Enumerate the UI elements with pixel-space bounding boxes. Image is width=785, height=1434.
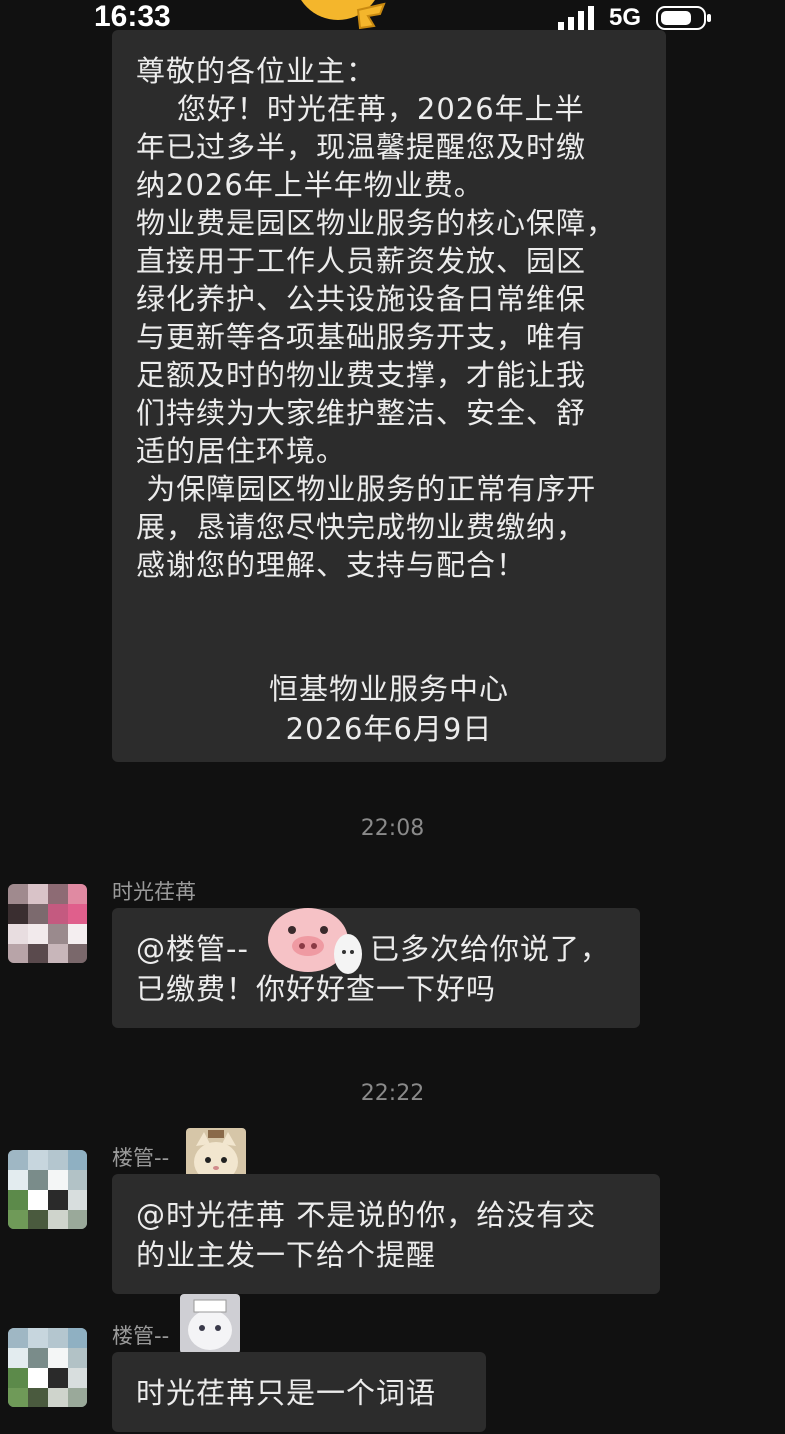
sender-name: 时光荏苒	[112, 880, 196, 904]
notice-line: 年已过多半，现温馨提醒您及时缴	[136, 130, 587, 164]
message-text: @时光荏苒 不是说的你，给没有交	[136, 1198, 597, 1232]
notice-line: 绿化养护、公共设施设备日常维保	[136, 282, 587, 316]
notice-date: 2026年6月9日	[285, 712, 493, 746]
timestamp: 22:22	[360, 1081, 425, 1106]
notice-line: 与更新等各项基础服务开支，唯有	[136, 320, 587, 354]
notice-line: 足额及时的物业费支撑，才能让我	[136, 358, 587, 392]
signal-icon	[558, 6, 594, 30]
notice-line: 直接用于工作人员薪资发放、园区	[136, 244, 587, 278]
battery-icon	[656, 6, 711, 30]
message-bubble[interactable]: @时光荏苒 不是说的你，给没有交 的业主发一下给个提醒	[112, 1174, 660, 1294]
network-label: 5G	[609, 4, 642, 31]
notice-line: 适的居住环境。	[136, 434, 347, 468]
notice-text: 尊敬的各位业主： 您好！时光荏苒，2026年上半 年已过多半，现温馨提醒您及时缴纳…	[136, 52, 666, 584]
sender-name: 楼管--	[112, 1146, 170, 1170]
notice-message-bubble[interactable]: 尊敬的各位业主： 您好！时光荏苒，2026年上半 年已过多半，现温馨提醒您及时缴纳…	[112, 30, 666, 762]
avatar-image	[8, 884, 87, 963]
avatar-image	[8, 1150, 87, 1229]
notice-line: 您好！时光荏苒，2026年上半	[136, 92, 585, 126]
pig-sticker-icon	[268, 908, 362, 974]
timestamp: 22:08	[360, 816, 425, 841]
message-text-suffix: 已多次给你说了，	[370, 932, 611, 966]
notice-line: 感谢您的理解、支持与配合！	[136, 548, 527, 582]
message-bubble[interactable]: @楼管-- 已多次给你说了， 已缴费！你好好查一下好吗	[112, 908, 640, 1028]
cat-sticker-icon	[180, 1294, 240, 1354]
message-text: 的业主发一下给个提醒	[136, 1238, 437, 1272]
notice-line: 物业费是园区物业服务的核心保障，	[136, 206, 617, 240]
avatar[interactable]	[8, 1150, 87, 1229]
notice-line: 展，恳请您尽快完成物业费缴纳，	[136, 510, 587, 544]
sender-name: 楼管--	[112, 1324, 170, 1348]
message-text-prefix: @楼管--	[136, 932, 249, 966]
notice-line: 尊敬的各位业主：	[136, 54, 377, 88]
notice-line: 纳2026年上半年物业费。	[136, 168, 484, 202]
notice-line: 们持续为大家维护整洁、安全、舒	[136, 396, 587, 430]
notice-line: 为保障园区物业服务的正常有序开	[136, 472, 597, 506]
emoji-icon	[301, 0, 386, 30]
avatar[interactable]	[8, 884, 87, 963]
avatar-image	[8, 1328, 87, 1407]
message-text: 时光荏苒只是一个词语	[136, 1376, 437, 1410]
status-time: 16:33	[94, 0, 171, 33]
message-bubble[interactable]: 时光荏苒只是一个词语	[112, 1352, 486, 1432]
notice-signature: 恒基物业服务中心	[268, 672, 509, 706]
avatar[interactable]	[8, 1328, 87, 1407]
